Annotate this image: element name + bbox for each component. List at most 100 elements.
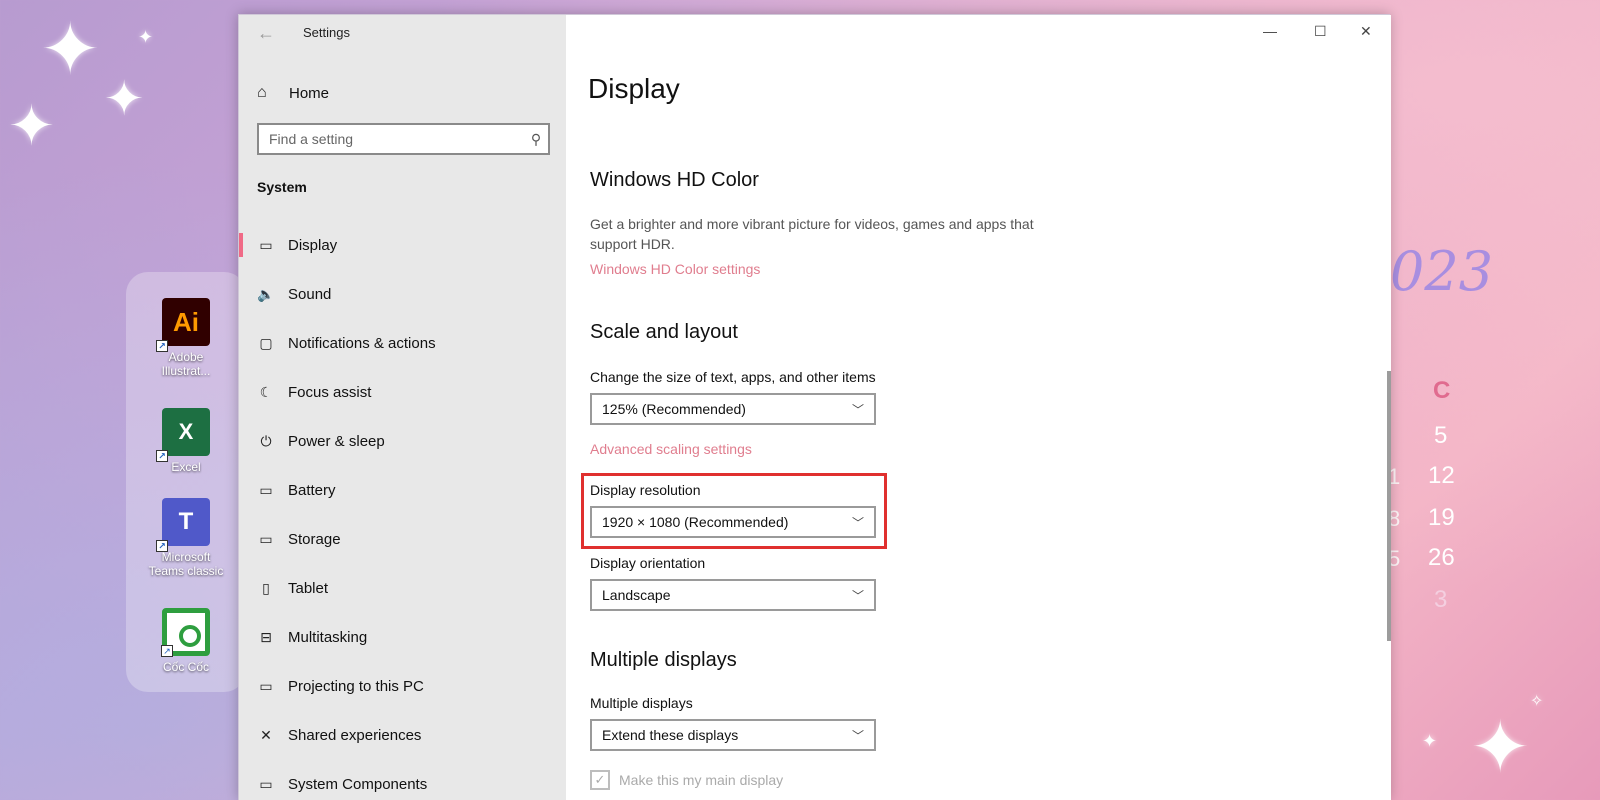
maximize-button[interactable]: ☐ [1314,23,1327,40]
sidebar-item-storage[interactable]: ▭ Storage [239,515,566,564]
notification-icon: ▢ [259,335,273,351]
close-button[interactable]: ✕ [1360,23,1372,40]
sidebar-item-battery[interactable]: ▭ Battery [239,466,566,515]
page-title: Display [588,73,680,104]
chevron-down-icon: ﹀ [851,588,864,603]
monitor-icon: ▭ [259,237,273,253]
sparkle-decoration: ✧ [1530,693,1544,710]
minimize-button[interactable]: — [1263,23,1277,39]
shared-icon: ✕ [260,727,272,743]
multiple-displays-heading: Multiple displays [590,649,737,671]
sidebar-item-projecting[interactable]: ▭ Projecting to this PC [239,662,566,711]
scale-size-value: 125% (Recommended) [602,401,746,417]
shortcut-arrow-icon: ↗ [156,540,168,552]
home-nav-item[interactable]: ⌂ Home [257,81,329,105]
calendar-year: 023 [1390,240,1494,303]
orientation-dropdown[interactable]: Landscape ﹀ [590,579,876,611]
projecting-icon: ▭ [259,678,273,694]
shortcut-arrow-icon: ↗ [161,645,173,657]
sidebar-item-display[interactable]: ▭ Display [239,221,566,270]
sidebar-item-label: System Components [288,776,428,793]
sidebar-item-multitasking[interactable]: ⊟ Multitasking [239,613,566,662]
power-icon: ⏻ [260,433,272,449]
main-display-checkbox-label: Make this my main display [619,772,784,788]
back-arrow-icon[interactable]: ← [257,23,275,44]
sidebar-item-label: Sound [288,286,332,303]
sparkle-decoration: ✦ [104,73,145,126]
calendar-day: 12 [1428,462,1455,489]
sidebar-nav: ▭ Display 🔈 Sound ▢ Notifications & actions… [239,221,566,800]
desktop-icon-excel[interactable]: X ↗ Excel [126,408,246,474]
scale-size-dropdown[interactable]: 125% (Recommended) ﹀ [590,393,876,425]
excel-icon: X ↗ [156,408,210,462]
desktop-icon-label: Adobe Illustrat... [161,350,211,378]
orientation-value: Landscape [602,587,671,603]
tablet-icon: ▯ [262,580,270,596]
battery-icon: ▭ [259,482,273,498]
sidebar-item-label: Notifications & actions [288,335,436,352]
home-label: Home [289,84,330,102]
search-input[interactable] [259,131,524,147]
multitasking-icon: ⊟ [260,629,272,645]
search-icon[interactable]: ⚲ [524,131,548,148]
scrollbar[interactable] [1387,371,1391,641]
multiple-displays-dropdown[interactable]: Extend these displays ﹀ [590,719,876,751]
sparkle-decoration: ✦ [138,27,154,47]
orientation-label: Display orientation [590,555,706,571]
sidebar-item-tablet[interactable]: ▯ Tablet [239,564,566,613]
shortcut-arrow-icon: ↗ [156,450,168,462]
sparkle-decoration: ✦ [1470,708,1531,788]
desktop-icon-label: Excel [171,460,201,474]
sidebar-item-system-components[interactable]: ▭ System Components [239,760,566,800]
main-display-checkbox-row[interactable]: ✓ Make this my main display [590,770,783,790]
sidebar-item-notifications[interactable]: ▢ Notifications & actions [239,319,566,368]
desktop-icon-teams[interactable]: T ↗ Microsoft Teams classic [126,498,246,578]
desktop-icon-panel: Ai ↗ Adobe Illustrat... X ↗ Excel T ↗ Micros… [126,272,246,692]
desktop-icon-label: Microsoft Teams classic [148,550,224,578]
settings-window: ← Settings ⌂ Home ⚲ System ▭ Display 🔈 Sou… [238,14,1391,800]
sidebar-item-label: Multitasking [288,629,368,646]
advanced-scaling-link[interactable]: Advanced scaling settings [590,441,752,457]
multiple-displays-value: Extend these displays [602,727,739,743]
adobe-illustrator-icon: Ai ↗ [156,298,210,352]
sidebar-item-sound[interactable]: 🔈 Sound [239,270,566,319]
calendar-day: 3 [1434,586,1448,613]
sidebar-item-label: Tablet [288,580,329,597]
hd-color-description: Get a brighter and more vibrant picture … [590,216,1034,252]
hd-color-settings-link[interactable]: Windows HD Color settings [590,261,760,277]
section-heading: System [257,179,307,195]
multiple-displays-label: Multiple displays [590,695,693,711]
sidebar-item-power[interactable]: ⏻ Power & sleep [239,417,566,466]
desktop-icon-label: Cốc Cốc [162,660,209,674]
search-box: ⚲ [257,123,550,155]
sidebar-item-focus-assist[interactable]: ☾ Focus assist [239,368,566,417]
moon-icon: ☾ [259,384,273,400]
sidebar-item-label: Storage [288,531,341,548]
sidebar-item-shared-experiences[interactable]: ✕ Shared experiences [239,711,566,760]
chevron-down-icon: ﹀ [851,402,864,417]
sidebar-item-label: Battery [288,482,336,499]
sidebar-item-label: Display [288,237,338,254]
sparkle-decoration: ✦ [40,10,101,90]
home-icon: ⌂ [257,84,267,101]
sidebar-item-label: Projecting to this PC [288,678,424,695]
sidebar: ← Settings ⌂ Home ⚲ System ▭ Display 🔈 Sou… [239,15,566,800]
desktop-icon-illustrator[interactable]: Ai ↗ Adobe Illustrat... [126,298,246,378]
sidebar-item-label: Shared experiences [288,727,422,744]
coccoc-icon: ↗ [161,608,210,657]
speaker-icon: 🔈 [257,286,275,302]
scale-size-label: Change the size of text, apps, and other… [590,369,876,385]
teams-icon: T ↗ [156,498,210,552]
storage-icon: ▭ [259,531,273,547]
calendar-day: 26 [1428,544,1455,571]
main-content: — ☐ ✕ Display Windows HD Color Get a bri… [566,15,1391,800]
sparkle-decoration: ✦ [1422,731,1438,751]
sparkle-decoration: ✦ [8,94,55,157]
window-title: Settings [303,25,350,40]
main-display-checkbox[interactable]: ✓ [590,770,610,790]
components-icon: ▭ [259,776,273,792]
shortcut-arrow-icon: ↗ [156,340,168,352]
sidebar-item-label: Focus assist [288,384,372,401]
desktop-icon-coccoc[interactable]: ↗ Cốc Cốc [126,608,246,674]
resolution-highlight-box [581,473,887,549]
